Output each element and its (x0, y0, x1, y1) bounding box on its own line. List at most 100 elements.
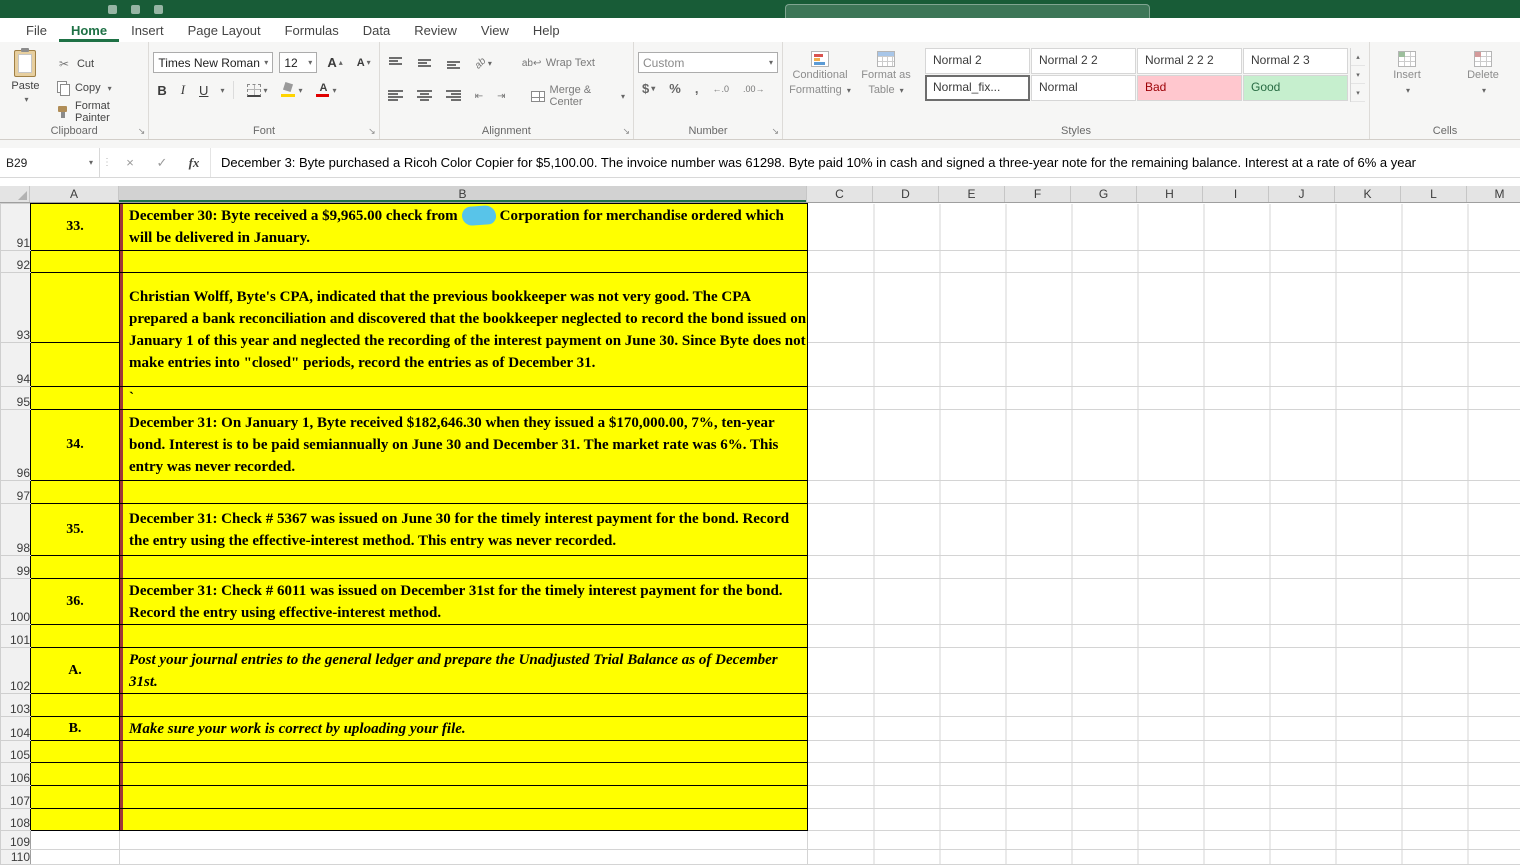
empty-cells[interactable] (808, 694, 1520, 717)
style-chip-normal-2-3[interactable]: Normal 2 3 (1243, 48, 1348, 74)
cell-a97[interactable] (31, 481, 120, 504)
decrease-decimal-button[interactable]: .00→ (739, 84, 769, 94)
empty-cells[interactable] (808, 387, 1520, 410)
font-size-select[interactable]: 12 ▾ (279, 52, 317, 73)
cell-a100[interactable]: 36. (31, 579, 120, 625)
row-header[interactable]: 103 (1, 694, 31, 717)
gallery-more-button[interactable]: ▾ (1351, 84, 1365, 102)
row-header[interactable]: 94 (1, 343, 31, 387)
gallery-up-button[interactable]: ▴ (1351, 48, 1365, 66)
insert-cells-button[interactable]: Insert ▾ (1374, 46, 1440, 97)
row-header[interactable]: 109 (1, 831, 31, 850)
column-header-e[interactable]: E (939, 186, 1005, 202)
cell-b106[interactable] (120, 763, 808, 786)
tab-formulas[interactable]: Formulas (273, 20, 351, 42)
empty-cells[interactable] (808, 481, 1520, 504)
decrease-indent-button[interactable]: ⇤ (471, 89, 487, 104)
empty-cells[interactable] (808, 648, 1520, 694)
tab-file[interactable]: File (14, 20, 59, 42)
empty-cells[interactable] (808, 251, 1520, 273)
empty-cells[interactable] (808, 579, 1520, 625)
cell-a99[interactable] (31, 556, 120, 579)
middle-align-button[interactable] (413, 55, 436, 71)
column-header-c[interactable]: C (807, 186, 873, 202)
name-box[interactable]: B29 ▾ (0, 148, 100, 177)
cell-a95[interactable] (31, 387, 120, 410)
comma-style-button[interactable]: , (691, 81, 703, 96)
accounting-format-button[interactable]: $▾ (638, 81, 659, 96)
style-chip-normal[interactable]: Normal (1031, 75, 1136, 101)
cell-b100[interactable]: December 31: Check # 6011 was issued on … (120, 579, 808, 625)
row-header[interactable]: 96 (1, 410, 31, 481)
empty-cells[interactable] (808, 343, 1520, 387)
empty-cells[interactable] (808, 410, 1520, 481)
cell-a101[interactable] (31, 625, 120, 648)
column-header-h[interactable]: H (1137, 186, 1203, 202)
tab-data[interactable]: Data (351, 20, 402, 42)
cell-b98[interactable]: December 31: Check # 5367 was issued on … (120, 504, 808, 556)
cell-b104[interactable]: Make sure your work is correct by upload… (120, 717, 808, 741)
column-header-f[interactable]: F (1005, 186, 1071, 202)
save-icon[interactable] (131, 5, 140, 14)
format-painter-button[interactable]: Format Painter (53, 102, 144, 122)
cell-b101[interactable] (120, 625, 808, 648)
empty-cells[interactable] (808, 831, 1520, 850)
empty-cells[interactable] (808, 786, 1520, 809)
cell-a92[interactable] (31, 251, 120, 273)
row-header[interactable]: 100 (1, 579, 31, 625)
empty-cells[interactable] (808, 717, 1520, 741)
row-header[interactable]: 95 (1, 387, 31, 410)
row-header[interactable]: 105 (1, 741, 31, 763)
tab-home[interactable]: Home (59, 20, 119, 42)
cell-a107[interactable] (31, 786, 120, 809)
alignment-dialog-launcher[interactable]: ↘ (622, 126, 630, 137)
row-header[interactable]: 104 (1, 717, 31, 741)
conditional-formatting-button[interactable]: Conditional Formatting ▾ (787, 46, 853, 97)
copy-button[interactable]: Copy ▾ (53, 78, 144, 98)
style-chip-normal-fix[interactable]: Normal_fix... (925, 75, 1030, 101)
column-header-b[interactable]: B (119, 186, 807, 202)
column-header-l[interactable]: L (1401, 186, 1467, 202)
increase-indent-button[interactable]: ⇥ (493, 89, 509, 104)
align-right-button[interactable] (442, 88, 465, 104)
row-header[interactable]: 91 (1, 204, 31, 251)
row-header[interactable]: 92 (1, 251, 31, 273)
column-header-j[interactable]: J (1269, 186, 1335, 202)
cell-a104[interactable]: B. (31, 717, 120, 741)
column-header-m[interactable]: M (1467, 186, 1520, 202)
row-header[interactable]: 110 (1, 850, 31, 865)
empty-cells[interactable] (808, 204, 1520, 251)
tab-review[interactable]: Review (402, 20, 469, 42)
row-header[interactable]: 102 (1, 648, 31, 694)
font-name-select[interactable]: Times New Roman ▾ (153, 52, 273, 73)
bold-button[interactable]: B (153, 83, 170, 98)
gallery-down-button[interactable]: ▾ (1351, 66, 1365, 84)
number-dialog-launcher[interactable]: ↘ (771, 126, 779, 137)
tab-insert[interactable]: Insert (119, 20, 176, 42)
cell-a108[interactable] (31, 809, 120, 831)
align-center-button[interactable] (413, 88, 436, 104)
delete-cells-button[interactable]: Delete ▾ (1450, 46, 1516, 97)
row-header[interactable]: 98 (1, 504, 31, 556)
style-chip-normal-2-2-2[interactable]: Normal 2 2 2 (1137, 48, 1242, 74)
cell-b97[interactable] (120, 481, 808, 504)
cell-a94[interactable] (31, 343, 120, 387)
tab-help[interactable]: Help (521, 20, 572, 42)
merge-center-button[interactable]: Merge & Center▾ (527, 82, 629, 110)
formula-bar-handle[interactable]: ⋮ (100, 148, 114, 177)
column-header-i[interactable]: I (1203, 186, 1269, 202)
increase-decimal-button[interactable]: ←.0 (708, 84, 733, 94)
tab-view[interactable]: View (469, 20, 521, 42)
cell-b92[interactable] (120, 251, 808, 273)
empty-cells[interactable] (808, 763, 1520, 786)
cell-b96[interactable]: December 31: On January 1, Byte received… (120, 410, 808, 481)
percent-style-button[interactable]: % (665, 81, 685, 96)
font-dialog-launcher[interactable]: ↘ (368, 126, 376, 137)
cut-button[interactable]: ✂ Cut (53, 54, 144, 74)
column-header-a[interactable]: A (30, 186, 119, 202)
tab-page-layout[interactable]: Page Layout (176, 20, 273, 42)
undo-icon[interactable] (154, 5, 163, 14)
row-header[interactable]: 93 (1, 273, 31, 343)
row-header[interactable]: 97 (1, 481, 31, 504)
paste-button[interactable]: Paste ▾ (4, 46, 47, 104)
